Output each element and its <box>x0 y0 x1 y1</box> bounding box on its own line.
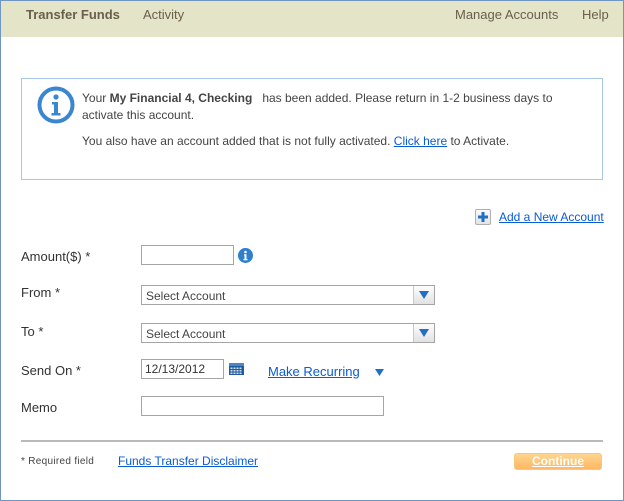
notice-text: You also have an account added that is n… <box>82 134 394 148</box>
send-on-label: Send On * <box>21 363 81 378</box>
chevron-down-icon[interactable] <box>413 324 434 342</box>
tab-activity[interactable]: Activity <box>143 7 184 22</box>
required-field-note: * Required field <box>21 456 95 467</box>
tab-help[interactable]: Help <box>582 7 609 22</box>
notice-text: to Activate. <box>447 134 510 148</box>
plus-icon <box>475 209 491 225</box>
add-new-account[interactable]: Add a New Account <box>475 209 604 225</box>
info-icon[interactable] <box>238 248 253 263</box>
to-account-select[interactable]: Select Account <box>141 323 435 343</box>
account-name: My Financial 4, Checking <box>109 91 253 105</box>
top-navigation: Transfer Funds Activity Manage Accounts … <box>1 1 623 37</box>
notice-text: Your <box>82 91 110 105</box>
tab-transfer-funds[interactable]: Transfer Funds <box>26 7 120 22</box>
divider <box>21 440 603 442</box>
send-on-date-input[interactable] <box>141 359 224 379</box>
notice-line-3: You also have an account added that is n… <box>82 134 509 148</box>
transfer-funds-window: Transfer Funds Activity Manage Accounts … <box>0 0 624 501</box>
make-recurring-link[interactable]: Make Recurring <box>268 364 360 379</box>
memo-label: Memo <box>21 400 58 415</box>
add-new-account-link[interactable]: Add a New Account <box>499 210 604 224</box>
notice-line-2: activate this account. <box>82 108 195 122</box>
chevron-down-icon[interactable] <box>413 286 434 304</box>
notice-line-1: Your My Financial 4, Checking has been a… <box>82 91 553 105</box>
click-here-link[interactable]: Click here <box>394 134 447 148</box>
tab-manage-accounts[interactable]: Manage Accounts <box>455 7 558 22</box>
from-selected-value: Select Account <box>146 289 226 303</box>
to-selected-value: Select Account <box>146 327 226 341</box>
calendar-icon[interactable] <box>229 363 244 375</box>
notice-text: has been added. Please return in 1-2 bus… <box>262 91 553 105</box>
dropdown-triangle-icon[interactable] <box>375 369 384 376</box>
amount-label: Amount($) * <box>21 249 91 264</box>
memo-input[interactable] <box>141 396 384 416</box>
info-icon <box>37 86 75 124</box>
amount-input[interactable] <box>141 245 234 265</box>
continue-button[interactable]: Continue <box>514 453 602 470</box>
from-label: From * <box>21 285 60 300</box>
to-label: To * <box>21 324 44 339</box>
from-account-select[interactable]: Select Account <box>141 285 435 305</box>
account-added-notice: Your My Financial 4, Checking has been a… <box>21 78 603 180</box>
funds-transfer-disclaimer-link[interactable]: Funds Transfer Disclaimer <box>118 454 258 468</box>
